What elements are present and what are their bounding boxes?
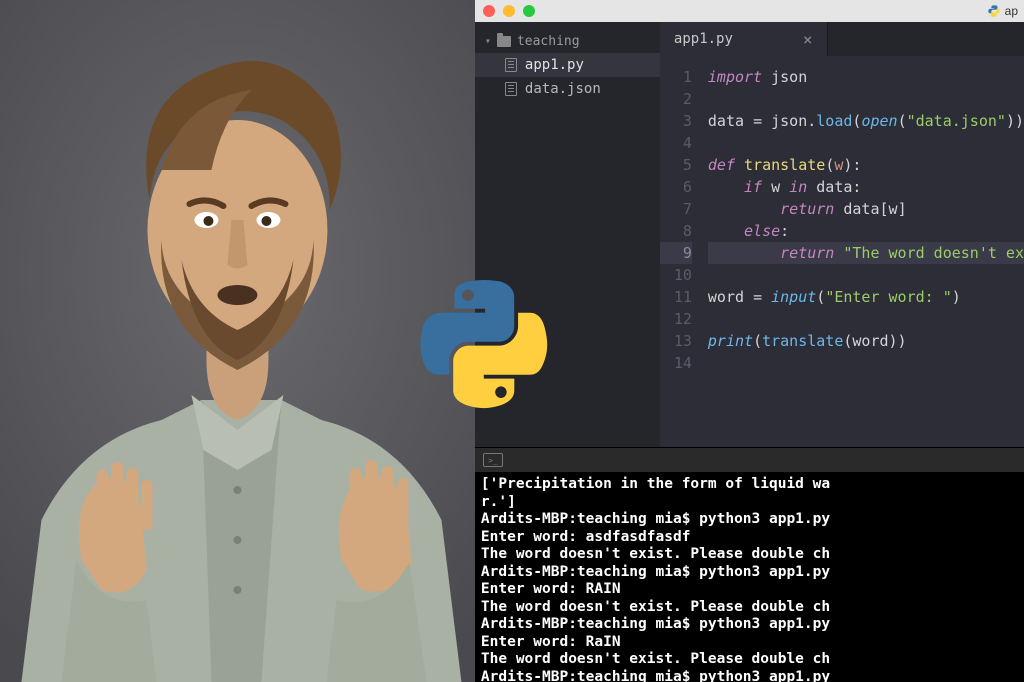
ide-window: ap ▾ teaching app1.py data.json app1.py × — [475, 0, 1024, 682]
window-titlebar[interactable]: ap — [475, 0, 1024, 22]
close-tab-icon[interactable]: × — [803, 30, 813, 49]
terminal-tabbar[interactable]: >_ — [475, 448, 1024, 472]
code-content[interactable]: import json data = json.load(open("data.… — [700, 56, 1024, 447]
editor-area: app1.py × 1234567891011121314 import jso… — [660, 22, 1024, 447]
terminal-panel: >_ ['Precipitation in the form of liquid… — [475, 447, 1024, 682]
editor-tab[interactable]: app1.py × — [660, 22, 828, 56]
python-logo — [420, 280, 550, 410]
tab-bar[interactable]: app1.py × — [660, 22, 1024, 56]
code-editor[interactable]: 1234567891011121314 import json data = j… — [660, 56, 1024, 447]
tab-label: app1.py — [674, 31, 733, 47]
folder-header[interactable]: ▾ teaching — [475, 30, 660, 53]
file-name: app1.py — [525, 57, 584, 73]
line-gutter: 1234567891011121314 — [660, 56, 700, 447]
close-window-button[interactable] — [483, 5, 495, 17]
maximize-window-button[interactable] — [523, 5, 535, 17]
chevron-down-icon: ▾ — [485, 36, 491, 47]
file-item[interactable]: data.json — [475, 77, 660, 101]
file-name: data.json — [525, 81, 601, 97]
folder-icon — [497, 36, 511, 47]
presenter-video — [0, 0, 475, 682]
titlebar-filename: ap — [1005, 4, 1018, 18]
file-item[interactable]: app1.py — [475, 53, 660, 77]
minimize-window-button[interactable] — [503, 5, 515, 17]
file-icon — [505, 58, 517, 72]
terminal-output[interactable]: ['Precipitation in the form of liquid wa… — [475, 472, 1024, 682]
file-icon — [505, 82, 517, 96]
terminal-icon[interactable]: >_ — [483, 453, 503, 467]
folder-name: teaching — [517, 34, 580, 49]
python-file-icon — [987, 4, 1001, 18]
